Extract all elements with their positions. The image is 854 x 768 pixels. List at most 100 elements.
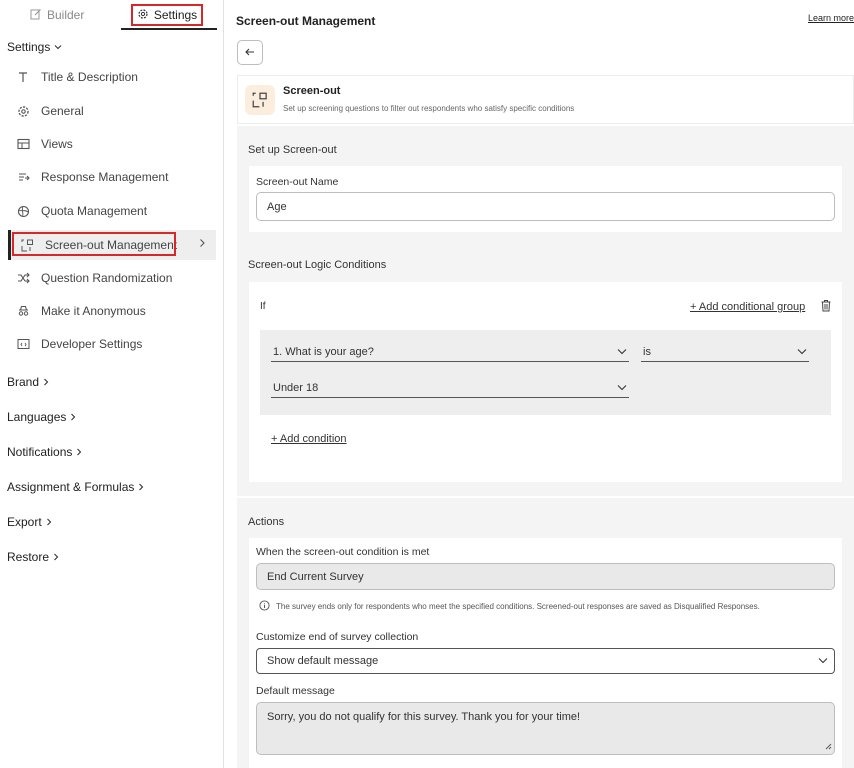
layout-icon [14, 136, 32, 152]
incognito-icon [14, 303, 32, 319]
trash-icon[interactable] [820, 299, 832, 317]
chevron-right-icon [43, 375, 49, 389]
chevron-right-icon [76, 445, 82, 459]
learn-more-link[interactable]: Learn more [808, 13, 854, 23]
sidebar-item-label: Title & Description [41, 70, 138, 84]
default-message-label: Default message [256, 685, 335, 697]
sidebar-item-response-management[interactable]: Response Management [14, 166, 168, 188]
chevron-right-icon [53, 550, 59, 564]
when-label: When the screen-out condition is met [256, 546, 430, 558]
chevron-right-icon [46, 515, 52, 529]
sidebar-item-label: Response Management [41, 170, 169, 184]
default-message-textarea[interactable]: Sorry, you do not qualify for this surve… [256, 702, 835, 755]
section-label: Brand [7, 375, 40, 389]
sidebar-item-developer-settings[interactable]: Developer Settings [14, 333, 142, 355]
section-label: Languages [7, 410, 67, 424]
sidebar-section-assignment-formulas[interactable]: Assignment & Formulas [7, 480, 144, 494]
question-value: 1. What is your age? [273, 345, 374, 358]
sidebar-item-label: Views [41, 137, 73, 151]
code-icon [14, 336, 32, 352]
main-content: Screen-out Management Learn more Screen-… [225, 0, 854, 768]
section-label: Notifications [7, 445, 73, 459]
sidebar-section-export[interactable]: Export [7, 515, 52, 529]
tab-settings[interactable]: Settings [131, 4, 203, 26]
chevron-down-icon [797, 346, 807, 358]
chevron-right-icon [70, 410, 76, 424]
app-window: Builder Settings Settings Title & Descri… [0, 0, 854, 768]
info-icon [259, 600, 270, 613]
actions-section: When the screen-out condition is met End… [249, 538, 842, 768]
card-subtitle: Set up screening questions to filter out… [283, 104, 575, 113]
settings-section-toggle[interactable]: Settings [7, 40, 62, 54]
customize-label: Customize end of survey collection [256, 631, 419, 643]
operator-select[interactable]: is [641, 342, 809, 362]
question-select[interactable]: 1. What is your age? [271, 342, 629, 362]
section-label: Export [7, 515, 42, 529]
screen-out-name-input[interactable]: Age [256, 192, 835, 221]
page-title: Screen-out Management [236, 14, 376, 28]
tab-settings-label: Settings [153, 8, 198, 22]
info-note: The survey ends only for respondents who… [259, 600, 760, 613]
gear-icon [137, 8, 149, 23]
info-text: The survey ends only for respondents who… [276, 602, 760, 611]
sidebar-item-general[interactable]: General [14, 100, 84, 122]
if-label: If [260, 301, 266, 312]
setup-panel: Set up Screen-out Screen-out Name Age Sc… [237, 126, 854, 496]
sidebar-item-label: General [41, 104, 84, 118]
chevron-down-icon [617, 346, 627, 358]
highlight-box [12, 232, 176, 256]
sidebar-item-label: Developer Settings [41, 337, 143, 351]
resize-handle-icon[interactable] [824, 741, 832, 753]
value-select[interactable]: Under 18 [271, 378, 629, 398]
edit-icon [30, 8, 42, 23]
chevron-right-icon [138, 480, 144, 494]
shuffle-icon [14, 270, 32, 286]
tab-builder[interactable]: Builder [30, 4, 84, 26]
default-message-text: Sorry, you do not qualify for this surve… [267, 711, 581, 723]
when-action-field[interactable]: End Current Survey [256, 563, 835, 590]
settings-section-label: Settings [7, 40, 51, 54]
sidebar: Builder Settings Settings Title & Descri… [0, 0, 224, 768]
tab-builder-label: Builder [47, 8, 85, 22]
chevron-down-icon [818, 655, 828, 667]
add-condition-link[interactable]: + Add condition [271, 433, 347, 445]
response-icon [14, 169, 32, 185]
chevron-down-icon [617, 382, 627, 394]
arrow-left-icon [245, 47, 255, 59]
section-label: Restore [7, 550, 50, 564]
condition-group: 1. What is your age? is Under 18 [260, 330, 831, 415]
operator-value: is [643, 345, 651, 358]
sidebar-section-notifications[interactable]: Notifications [7, 445, 82, 459]
sidebar-section-languages[interactable]: Languages [7, 410, 76, 424]
gear-icon [14, 103, 32, 119]
sidebar-item-make-it-anonymous[interactable]: Make it Anonymous [14, 300, 146, 322]
add-conditional-group-link[interactable]: + Add conditional group [690, 301, 805, 313]
logic-heading: Screen-out Logic Conditions [248, 259, 387, 271]
sidebar-section-brand[interactable]: Brand [7, 375, 49, 389]
screen-out-card-header: Screen-out Set up screening questions to… [237, 75, 854, 124]
sidebar-item-label: Quota Management [41, 204, 148, 218]
text-t-icon [14, 69, 32, 85]
sidebar-item-question-randomization[interactable]: Question Randomization [14, 267, 172, 289]
name-label: Screen-out Name [256, 176, 339, 188]
end-collection-select[interactable]: Show default message [256, 648, 835, 674]
setup-heading: Set up Screen-out [248, 144, 337, 156]
back-button[interactable] [237, 40, 263, 65]
sidebar-item-title-description[interactable]: Title & Description [14, 66, 138, 88]
actions-heading: Actions [248, 516, 285, 528]
actions-panel: Actions When the screen-out condition is… [237, 498, 854, 768]
sidebar-item-label: Make it Anonymous [41, 304, 146, 318]
sidebar-section-restore[interactable]: Restore [7, 550, 59, 564]
logic-section: If + Add conditional group 1. What is yo… [249, 282, 842, 482]
active-tab-underline [121, 28, 217, 30]
top-tabs: Builder Settings [0, 0, 224, 30]
sidebar-item-label: Question Randomization [41, 271, 173, 285]
card-title: Screen-out [283, 85, 341, 97]
section-label: Assignment & Formulas [7, 480, 135, 494]
end-collection-value: Show default message [267, 655, 379, 667]
sidebar-item-quota-management[interactable]: Quota Management [14, 200, 147, 222]
condition-value: Under 18 [273, 381, 319, 394]
chevron-down-icon [54, 40, 62, 54]
name-section: Screen-out Name Age [249, 166, 842, 232]
sidebar-item-views[interactable]: Views [14, 133, 73, 155]
